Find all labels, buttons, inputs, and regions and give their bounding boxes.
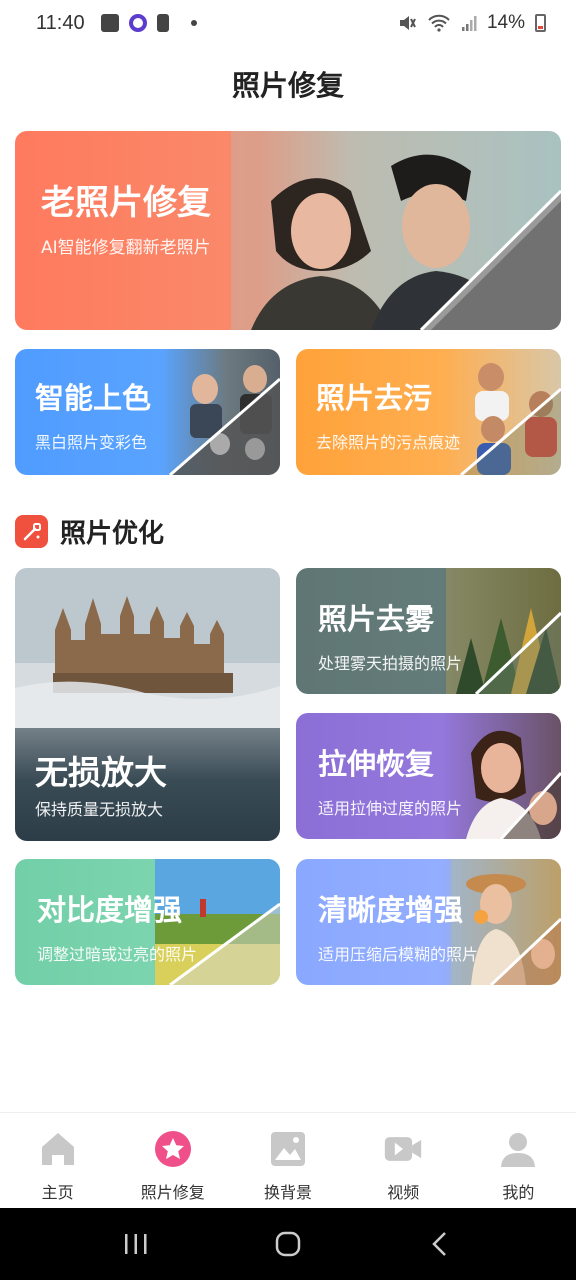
nav-label: 我的 <box>502 1183 535 1202</box>
app-notification-icon <box>128 14 147 32</box>
back-chevron-icon <box>432 1232 446 1256</box>
star-icon <box>154 1131 191 1167</box>
family-photo <box>169 365 280 475</box>
card-subtitle: 调整过暗或过亮的照片 <box>37 945 198 964</box>
card-title: 清晰度增强 <box>318 893 464 927</box>
image-icon <box>271 1132 305 1166</box>
battery-percent: 14% <box>486 12 525 33</box>
nav-item-video[interactable]: 视频 <box>346 1113 461 1208</box>
old-photo-restore-card[interactable]: 老照片修复 AI智能修复翻新老照片 <box>15 131 561 330</box>
clarity-enhance-card[interactable]: 清晰度增强 适用压缩后模糊的照片 <box>296 859 561 985</box>
nav-item-change-background[interactable]: 换背景 <box>230 1113 345 1208</box>
system-nav-bar <box>0 1208 576 1280</box>
gallery-notification-icon <box>100 14 119 32</box>
card-title: 无损放大 <box>35 753 167 792</box>
recent-apps-icon <box>125 1234 147 1254</box>
photo-dehaze-card[interactable]: 照片去雾 处理雾天拍摄的照片 <box>296 568 561 694</box>
smiling-woman-photo <box>466 730 561 839</box>
nav-label: 视频 <box>387 1183 420 1202</box>
card-subtitle: 去除照片的污点痕迹 <box>316 433 461 452</box>
status-time: 11:40 <box>36 11 85 34</box>
nav-item-profile[interactable]: 我的 <box>461 1113 576 1208</box>
woman-with-hat-photo <box>451 859 561 985</box>
bottom-nav: 主页 照片修复 换背景 视频 我的 <box>0 1112 576 1208</box>
page-title: 照片修复 <box>231 69 344 102</box>
nav-item-photo-restore[interactable]: 照片修复 <box>115 1113 230 1208</box>
video-icon <box>385 1137 422 1161</box>
old-couple-photo <box>231 131 561 330</box>
nav-item-home[interactable]: 主页 <box>0 1113 115 1208</box>
card-title: 拉伸恢复 <box>318 747 435 781</box>
stretch-restore-card[interactable]: 拉伸恢复 适用拉伸过度的照片 <box>296 713 561 839</box>
mute-icon <box>399 16 416 30</box>
photo-destain-card[interactable]: 照片去污 去除照片的污点痕迹 <box>296 349 561 475</box>
card-title: 老照片修复 <box>41 183 211 223</box>
smart-colorize-card[interactable]: 智能上色 黑白照片变彩色 <box>15 349 280 475</box>
nav-label: 换背景 <box>264 1183 313 1202</box>
signal-icon <box>461 16 477 31</box>
section-header: 照片优化 <box>15 513 164 550</box>
card-subtitle: AI智能修复翻新老照片 <box>41 238 211 258</box>
section-title: 照片优化 <box>60 519 165 549</box>
card-title: 照片去雾 <box>318 602 435 636</box>
home-icon <box>41 1133 74 1165</box>
card-subtitle: 适用拉伸过度的照片 <box>318 799 463 818</box>
nav-label: 照片修复 <box>140 1183 205 1202</box>
magic-wand-icon <box>15 515 48 548</box>
back-button[interactable] <box>418 1222 462 1266</box>
lossless-upscale-card[interactable]: 无损放大 保持质量无损放大 <box>15 568 280 841</box>
home-button[interactable] <box>266 1222 310 1266</box>
nav-label: 主页 <box>41 1183 74 1202</box>
card-subtitle: 处理雾天拍摄的照片 <box>318 654 463 673</box>
wifi-icon <box>428 14 450 32</box>
card-subtitle: 保持质量无损放大 <box>35 800 164 819</box>
contrast-enhance-card[interactable]: 对比度增强 调整过暗或过亮的照片 <box>15 859 280 985</box>
more-notifications-icon <box>190 20 197 26</box>
forest-photo <box>446 568 561 694</box>
card-title: 对比度增强 <box>37 893 183 927</box>
status-bar: 11:40 14% <box>0 0 576 46</box>
castle-photo <box>15 568 280 728</box>
alert-notification-icon <box>156 14 169 32</box>
recent-apps-button[interactable] <box>114 1222 158 1266</box>
card-title: 智能上色 <box>35 381 152 415</box>
home-circle-icon <box>275 1231 301 1257</box>
card-subtitle: 适用压缩后模糊的照片 <box>318 945 479 964</box>
user-icon <box>501 1133 536 1167</box>
family-portrait-photo <box>460 363 561 475</box>
card-subtitle: 黑白照片变彩色 <box>35 433 148 452</box>
card-title: 照片去污 <box>316 381 433 415</box>
battery-icon <box>535 14 546 32</box>
